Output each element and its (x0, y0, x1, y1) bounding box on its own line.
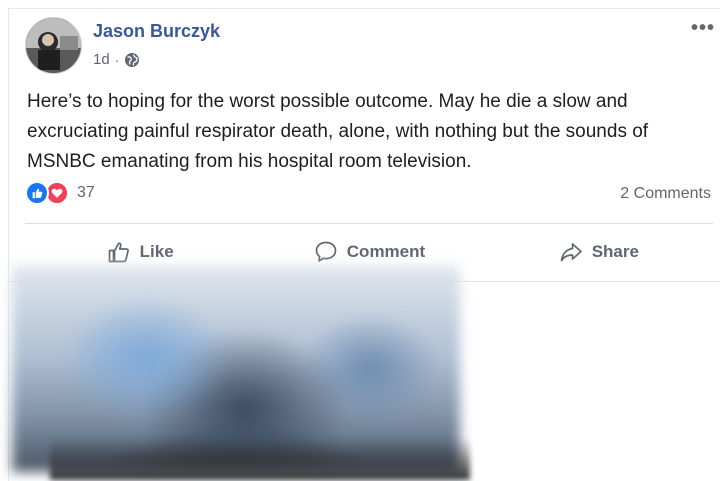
meta-separator: · (114, 51, 120, 68)
action-bar-divider (25, 223, 713, 224)
globe-icon[interactable] (124, 52, 140, 68)
post-text: Here’s to hoping for the worst possible … (27, 91, 649, 172)
more-options-icon[interactable]: ••• (691, 17, 715, 40)
share-button[interactable]: Share (484, 231, 713, 273)
reaction-count: 37 (77, 184, 95, 201)
like-button-label: Like (139, 242, 174, 261)
comments-count-link[interactable]: 2 Comments (620, 185, 711, 203)
post-timestamp[interactable]: 1d (93, 51, 110, 68)
reactions-summary[interactable]: 37 (25, 181, 95, 205)
author-avatar[interactable] (25, 17, 82, 74)
post-meta: 1d · (93, 51, 140, 68)
comment-button-label: Comment (346, 242, 426, 261)
share-arrow-icon (560, 243, 582, 262)
blurred-image-bottom-edge (50, 438, 470, 480)
avatar-image (26, 18, 81, 73)
share-button-label: Share (591, 242, 639, 261)
author-name[interactable]: Jason Burczyk (93, 21, 220, 42)
comment-bubble-icon (315, 241, 337, 262)
thumbs-up-icon (108, 242, 129, 263)
like-reaction-icon (25, 181, 49, 205)
